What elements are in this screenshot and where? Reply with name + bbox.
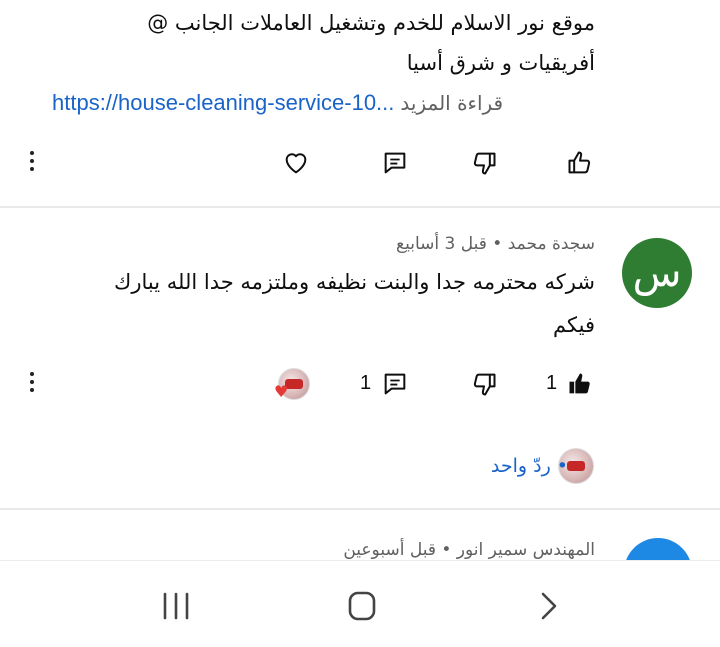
recent-apps-button[interactable] — [156, 589, 196, 623]
comment-text-line: أفريقيات و شرق أسيا — [406, 51, 595, 75]
comment-icon — [384, 152, 406, 174]
read-more-button[interactable]: قراءة المزيد — [400, 91, 503, 115]
home-button[interactable] — [342, 589, 382, 623]
comment-text-line: موقع نور الاسلام للخدم وتشغيل العاملات ا… — [147, 11, 595, 35]
back-button[interactable] — [528, 589, 568, 623]
comment-meta: المهندس سمير انور • قبل أسبوعين — [343, 540, 595, 560]
comment-link-row: https://house-cleaning-service-10... قراء… — [52, 88, 503, 118]
thumbs-down-icon — [473, 373, 496, 396]
heart-button[interactable] — [282, 149, 310, 177]
thumbs-up-icon — [568, 151, 591, 174]
heart-outline-icon — [285, 153, 307, 174]
thumbs-up-filled-icon — [569, 373, 590, 394]
chevron-right-icon — [541, 592, 557, 620]
dot — [30, 372, 34, 376]
thumbs-down-icon — [473, 152, 496, 175]
home-icon — [348, 591, 376, 621]
reply-count: 1 — [360, 372, 372, 394]
comment-text-line: فيكم — [553, 313, 595, 337]
comment-meta: سجدة محمد • قبل 3 أسابيع — [396, 234, 595, 254]
dislike-button[interactable] — [470, 149, 498, 177]
comment-link[interactable]: https://house-cleaning-service-10... — [52, 90, 394, 115]
like-button[interactable] — [566, 370, 594, 398]
view-replies-link[interactable]: • ردّ واحد — [491, 455, 568, 477]
comment-text-line: شركه محترمه جدا والبنت نظيفه وملتزمه جدا… — [114, 270, 595, 294]
avatar-letter: س — [632, 250, 682, 296]
like-button[interactable] — [566, 149, 594, 177]
avatar-image — [567, 461, 585, 471]
dot — [30, 388, 34, 392]
system-navigation-bar — [0, 560, 720, 647]
more-options-button[interactable] — [28, 151, 36, 177]
divider — [0, 508, 720, 510]
dislike-button[interactable] — [470, 370, 498, 398]
reply-button[interactable] — [381, 370, 409, 398]
recents-icon — [163, 592, 189, 620]
avatar[interactable]: س — [622, 238, 692, 308]
like-count: 1 — [546, 372, 558, 394]
divider — [0, 206, 720, 208]
dot — [30, 151, 34, 155]
dot — [30, 380, 34, 384]
dot — [30, 159, 34, 163]
comment-icon — [384, 373, 406, 395]
reply-button[interactable] — [381, 149, 409, 177]
more-options-button[interactable] — [28, 372, 36, 398]
dot — [30, 167, 34, 171]
heart-icon: ♥ — [274, 382, 289, 401]
